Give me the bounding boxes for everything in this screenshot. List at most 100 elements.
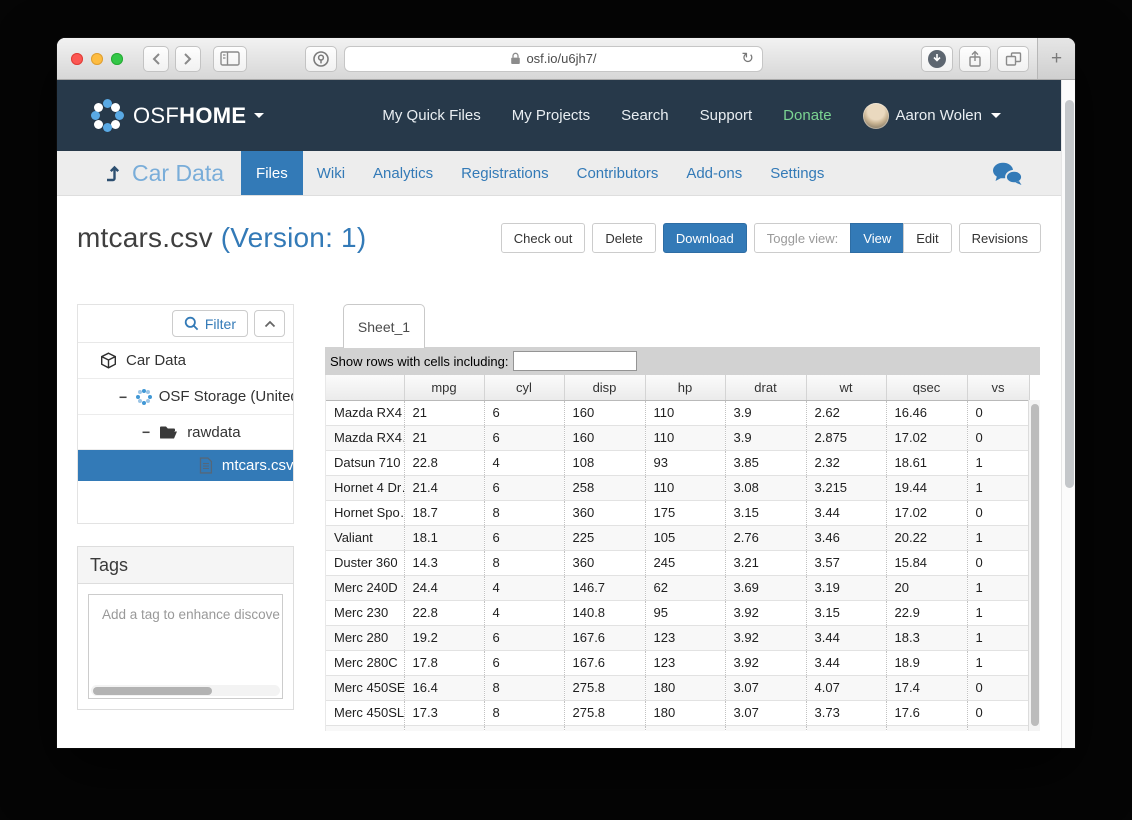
table-row-partial <box>326 725 1029 731</box>
osf-logo-icon <box>90 99 124 133</box>
minimize-window-button[interactable] <box>91 53 103 65</box>
address-bar[interactable]: osf.io/u6jh7/ ↻ <box>344 46 763 72</box>
forward-button[interactable] <box>175 46 201 72</box>
viewer-toolbar: Show rows with cells including: <box>325 347 1040 375</box>
share-button[interactable] <box>959 46 991 72</box>
tab-analytics[interactable]: Analytics <box>363 151 443 195</box>
cell: 180 <box>645 700 725 725</box>
search-icon <box>184 316 199 331</box>
tree-item-project[interactable]: Car Data <box>78 343 293 379</box>
table-row: Duster 36014.383602453.213.5715.840 <box>326 550 1029 575</box>
history-nav <box>137 46 201 72</box>
chevron-up-icon <box>264 320 276 328</box>
filter-button[interactable]: Filter <box>172 310 248 337</box>
horizontal-scrollbar[interactable] <box>91 685 280 696</box>
zoom-window-button[interactable] <box>111 53 123 65</box>
cell <box>806 725 886 731</box>
osf-home-menu[interactable]: OSFHOME <box>90 99 264 133</box>
cell: 17.8 <box>404 650 484 675</box>
tree-item-file-selected[interactable]: mtcars.csv <box>78 450 293 481</box>
project-title-link[interactable]: Car Data <box>132 151 224 195</box>
download-button[interactable]: Download <box>663 223 747 253</box>
cell: 0 <box>967 425 1029 450</box>
collapse-minus-icon[interactable]: − <box>142 424 150 440</box>
cell: 17.3 <box>404 700 484 725</box>
tab-addons[interactable]: Add-ons <box>676 151 752 195</box>
new-tab-button[interactable]: + <box>1037 38 1075 79</box>
tabs-overview-button[interactable] <box>997 46 1029 72</box>
cell: 20 <box>886 575 967 600</box>
cell: Datsun 710 <box>326 450 404 475</box>
scrollbar-thumb[interactable] <box>93 687 212 695</box>
scrollbar-thumb[interactable] <box>1065 100 1074 488</box>
back-button[interactable] <box>143 46 169 72</box>
tab-settings[interactable]: Settings <box>760 151 834 195</box>
tab-registrations[interactable]: Registrations <box>451 151 559 195</box>
cell <box>886 725 967 731</box>
scrollbar-thumb[interactable] <box>1031 404 1039 726</box>
cell: 16.4 <box>404 675 484 700</box>
nav-search[interactable]: Search <box>621 107 669 124</box>
cell: 3.44 <box>806 500 886 525</box>
cell: 3.215 <box>806 475 886 500</box>
sidebar-toggle-button[interactable] <box>213 46 247 72</box>
cell: 21 <box>404 400 484 425</box>
nav-support[interactable]: Support <box>700 107 753 124</box>
collapse-minus-icon[interactable]: − <box>119 389 127 405</box>
cell: 18.1 <box>404 525 484 550</box>
tree-item-folder[interactable]: − rawdata <box>78 415 293 450</box>
delete-button[interactable]: Delete <box>592 223 656 253</box>
reload-icon[interactable]: ↻ <box>741 48 754 70</box>
cell: 17.02 <box>886 500 967 525</box>
cell: 22.8 <box>404 600 484 625</box>
nav-my-quick-files[interactable]: My Quick Files <box>382 107 480 124</box>
check-out-button[interactable]: Check out <box>501 223 586 253</box>
collapse-panel-button[interactable] <box>254 310 285 337</box>
table-row: Mazda RX4…2161601103.92.87517.020 <box>326 425 1029 450</box>
cube-icon <box>100 352 117 369</box>
tree-item-storage[interactable]: − OSF Storage (United … <box>78 379 293 415</box>
nav-my-projects[interactable]: My Projects <box>512 107 590 124</box>
downloads-button[interactable] <box>921 46 953 72</box>
table-row: Merc 280C17.86167.61233.923.4418.91 <box>326 650 1029 675</box>
level-up-icon[interactable] <box>103 151 119 195</box>
sheet-tab[interactable]: Sheet_1 <box>343 304 425 348</box>
cell: Merc 450SL <box>326 700 404 725</box>
left-sidebar: Filter Car Data − <box>77 304 294 731</box>
tree-item-label: rawdata <box>187 424 240 441</box>
tab-wiki[interactable]: Wiki <box>307 151 355 195</box>
close-window-button[interactable] <box>71 53 83 65</box>
cell: 110 <box>645 425 725 450</box>
file-name: mtcars.csv <box>77 222 213 253</box>
tag-input[interactable]: Add a tag to enhance discove <box>88 594 283 699</box>
page-content: mtcars.csv (Version: 1) Check out Delete… <box>57 196 1075 748</box>
comments-icon[interactable] <box>991 151 1023 195</box>
cell: 17.6 <box>886 700 967 725</box>
cell: 2.32 <box>806 450 886 475</box>
table-row: Merc 240D24.44146.7623.693.19201 <box>326 575 1029 600</box>
table-scrollbar[interactable] <box>1028 400 1040 731</box>
cell: 3.46 <box>806 525 886 550</box>
tab-contributors[interactable]: Contributors <box>567 151 669 195</box>
cell: 8 <box>484 500 564 525</box>
cell: 18.9 <box>886 650 967 675</box>
edit-button[interactable]: Edit <box>903 223 951 253</box>
url-text: osf.io/u6jh7/ <box>526 51 596 66</box>
version-label: (Version: 1) <box>221 222 367 253</box>
cell: 18.3 <box>886 625 967 650</box>
tags-panel: Tags Add a tag to enhance discove <box>77 546 294 710</box>
cell: 0 <box>967 700 1029 725</box>
user-menu[interactable]: Aaron Wolen <box>863 103 1001 129</box>
cell: 18.7 <box>404 500 484 525</box>
tab-files[interactable]: Files <box>241 151 303 195</box>
cell: 1 <box>967 575 1029 600</box>
revisions-button[interactable]: Revisions <box>959 223 1041 253</box>
cell: 3.9 <box>725 400 806 425</box>
column-header <box>326 375 404 400</box>
view-button[interactable]: View <box>850 223 904 253</box>
nav-donate[interactable]: Donate <box>783 107 831 124</box>
page-scrollbar[interactable] <box>1061 80 1075 748</box>
password-extension-button[interactable] <box>305 46 337 72</box>
row-filter-input[interactable] <box>513 351 637 371</box>
cell: 6 <box>484 475 564 500</box>
